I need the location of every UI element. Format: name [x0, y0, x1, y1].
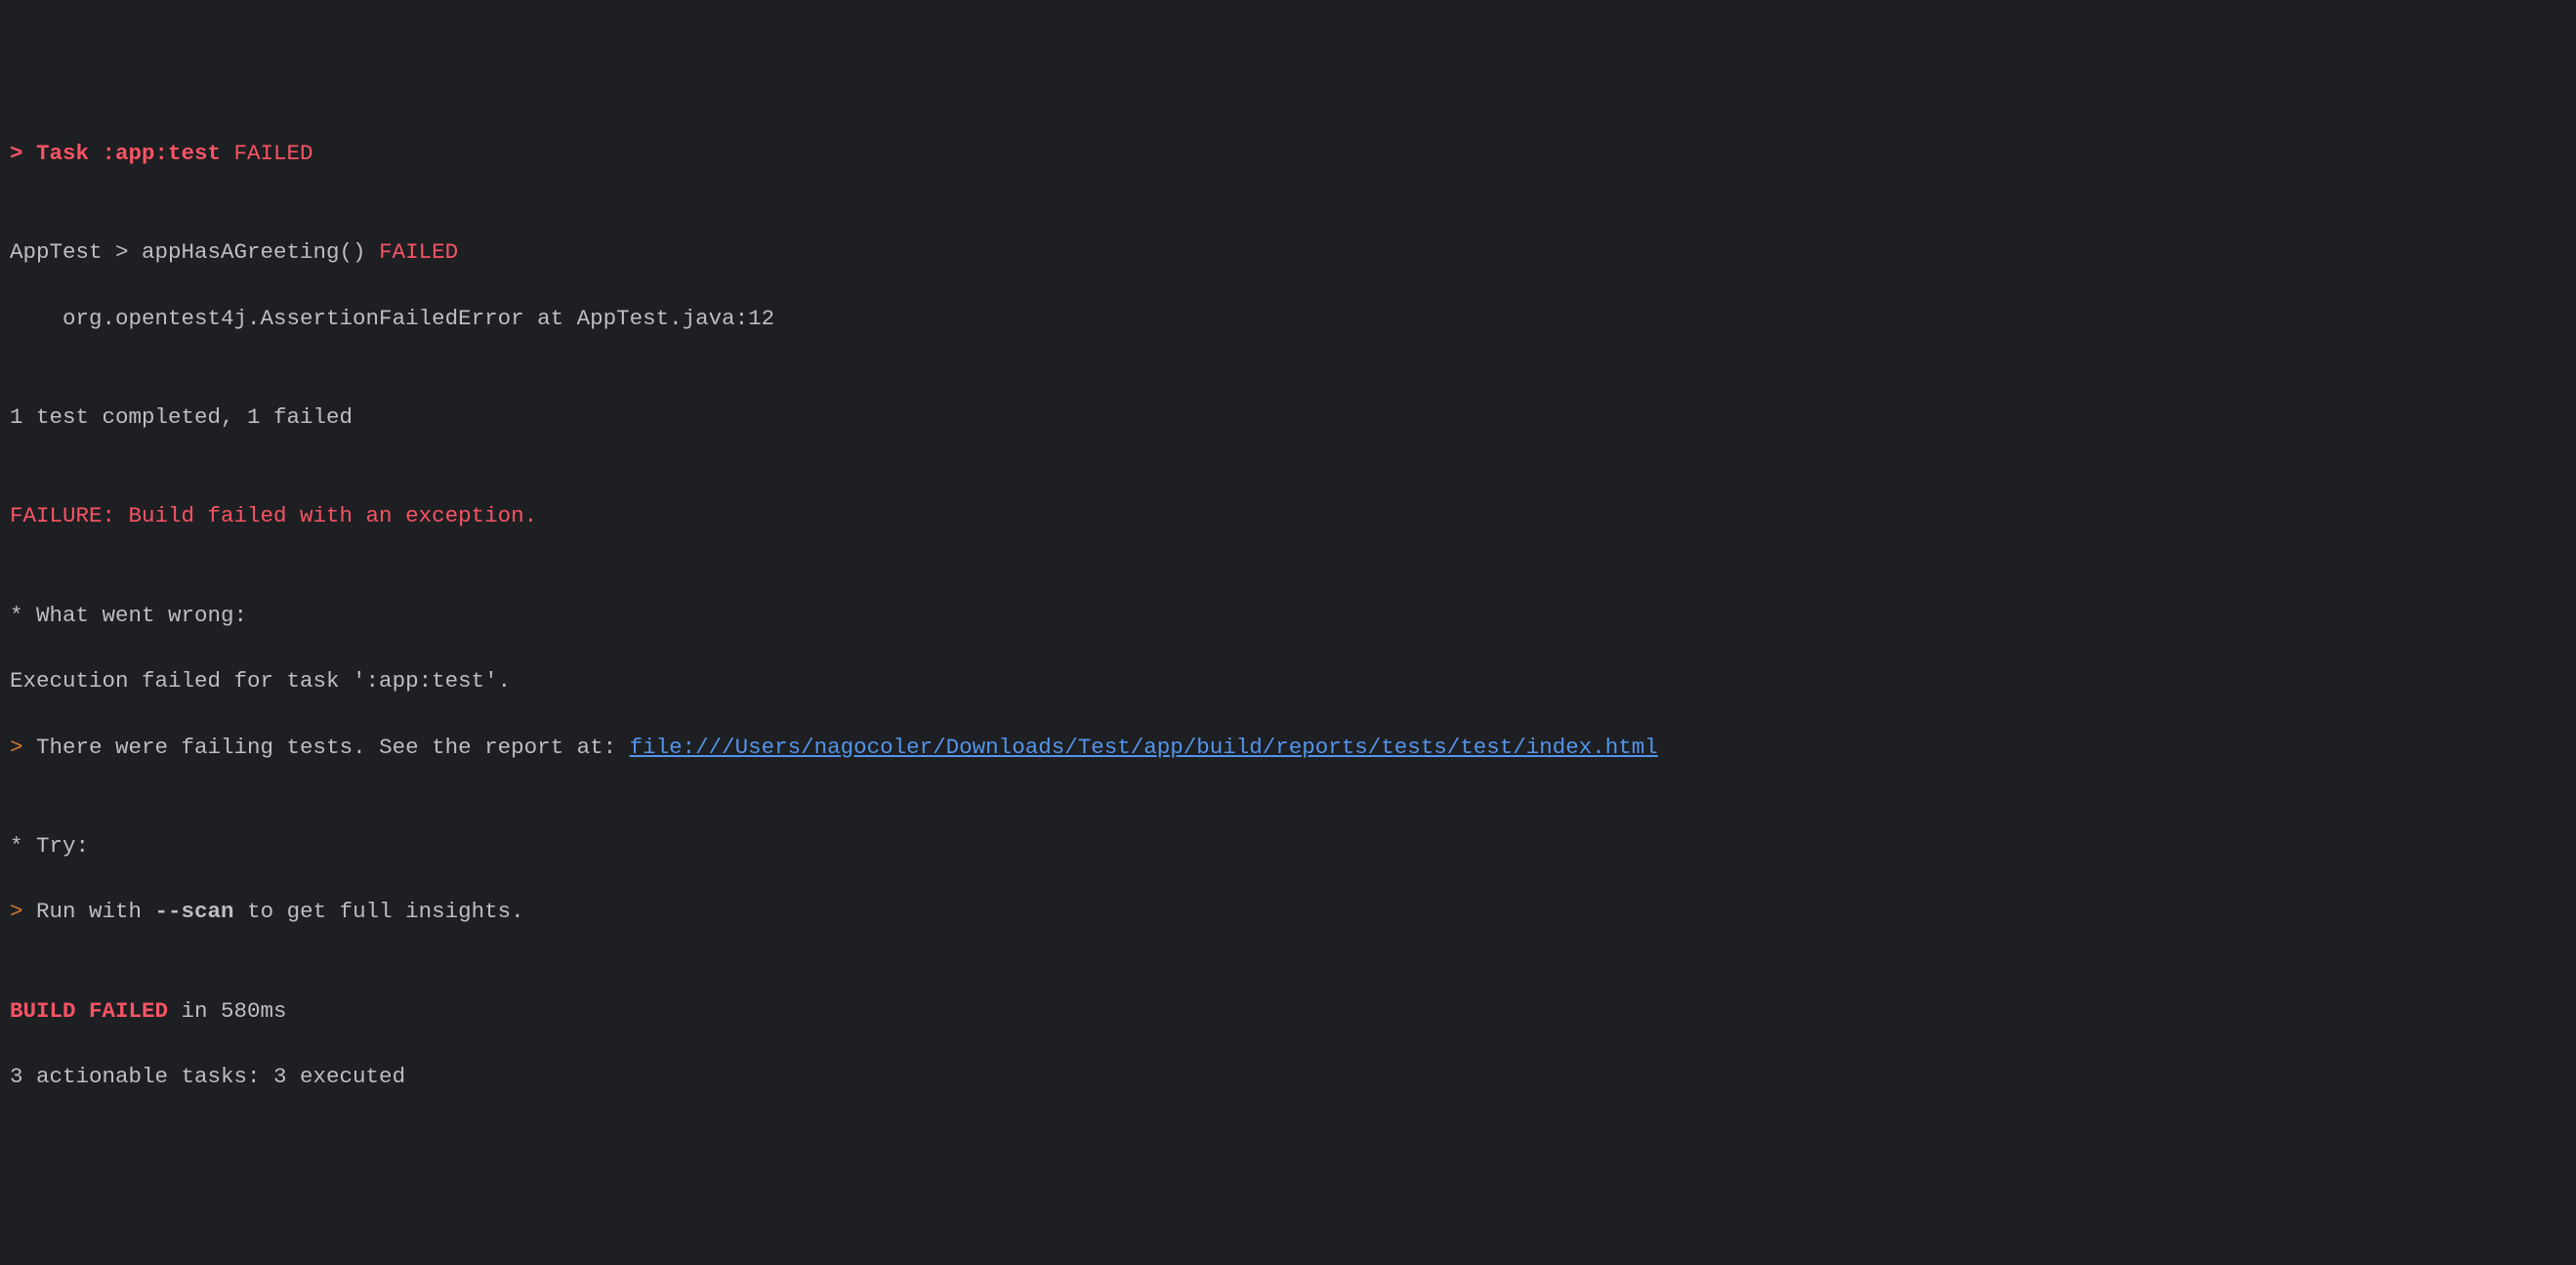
- test-name: AppTest > appHasAGreeting(): [10, 239, 379, 265]
- terminal-output: > Task :app:test FAILED AppTest > appHas…: [10, 138, 2566, 1094]
- task-label: Task :app:test: [36, 141, 221, 166]
- arrow-prefix: >: [10, 735, 36, 760]
- try-text-2: to get full insights.: [234, 899, 524, 924]
- build-result-line: BUILD FAILED in 580ms: [10, 995, 2566, 1029]
- failing-tests-line: > There were failing tests. See the repo…: [10, 732, 2566, 765]
- build-duration: in 580ms: [168, 998, 287, 1024]
- task-status: FAILED: [221, 141, 313, 166]
- scan-flag: --scan: [155, 899, 234, 924]
- test-summary-line: 1 test completed, 1 failed: [10, 401, 2566, 435]
- arrow-prefix: >: [10, 899, 36, 924]
- task-prefix: >: [10, 141, 36, 166]
- failing-tests-text: There were failing tests. See the report…: [36, 735, 630, 760]
- build-status: BUILD FAILED: [10, 998, 168, 1024]
- failure-header-line: FAILURE: Build failed with an exception.: [10, 500, 2566, 533]
- try-text-1: Run with: [36, 899, 155, 924]
- try-header: * Try:: [10, 830, 2566, 864]
- error-detail-line: org.opentest4j.AssertionFailedError at A…: [10, 303, 2566, 336]
- try-scan-line: > Run with --scan to get full insights.: [10, 896, 2566, 929]
- what-went-wrong-header: * What went wrong:: [10, 600, 2566, 633]
- actionable-tasks-line: 3 actionable tasks: 3 executed: [10, 1061, 2566, 1094]
- report-link[interactable]: file:///Users/nagocoler/Downloads/Test/a…: [630, 735, 1658, 760]
- test-result-line: AppTest > appHasAGreeting() FAILED: [10, 236, 2566, 270]
- test-status: FAILED: [379, 239, 458, 265]
- task-header-line: > Task :app:test FAILED: [10, 138, 2566, 171]
- execution-failed-line: Execution failed for task ':app:test'.: [10, 665, 2566, 698]
